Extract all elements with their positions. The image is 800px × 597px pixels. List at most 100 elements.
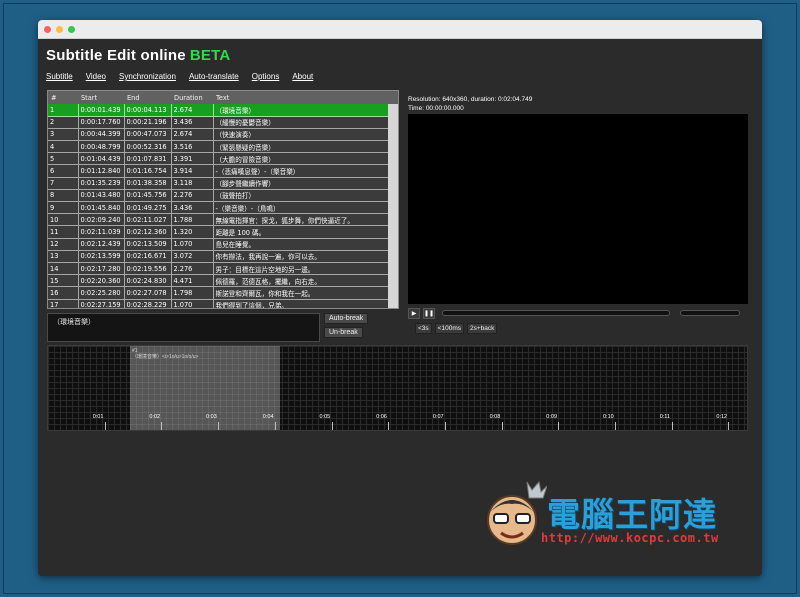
table-row[interactable]: 14 0:02:17.280 0:02:19.556 2.276 男子：目標在這片空地的…	[48, 262, 398, 276]
menu-options[interactable]: Options	[252, 72, 280, 81]
back-3s-button[interactable]: <3s	[415, 323, 432, 334]
subtitle-grid[interactable]: # Start End Duration Text 1 0:00:01.439 0:…	[47, 90, 399, 309]
cell-start: 0:01:43.480	[78, 189, 125, 203]
menu-auto-translate[interactable]: Auto-translate	[189, 72, 239, 81]
header-duration[interactable]: Duration	[171, 91, 213, 104]
waveform-tick-mark	[388, 422, 390, 430]
table-row[interactable]: 6 0:01:12.840 0:01:16.754 3.914 -（悲痛嘆息聲）-（樂音…	[48, 164, 398, 178]
cell-start: 0:00:17.760	[78, 116, 125, 129]
cell-end: 0:01:07.831	[124, 152, 172, 166]
watermark-logo: 電腦王阿達 http://www.kocpc.com.tw	[477, 478, 757, 558]
table-row[interactable]: 8 0:01:43.480 0:01:45.756 2.276 （鼓聲拍打）	[48, 189, 398, 203]
minimize-dot-icon[interactable]	[56, 25, 63, 33]
cell-duration: 1.788	[171, 213, 214, 227]
waveform-panel[interactable]: #1 （環境音樂）<i>1o/u>1o/o/u> 0:01 0:02 0:03 0:0…	[47, 345, 748, 431]
table-row[interactable]: 11 0:02:11.039 0:02:12.360 1.320 距離是 100 碼。	[48, 225, 398, 239]
cell-text: 你有辦法，我再說一遍，你可以去。	[213, 250, 398, 263]
cell-text: 無線電指揮官：探戈，狐步舞，你們快逼近了。	[213, 213, 398, 227]
watermark-text: 電腦王阿達	[547, 495, 717, 534]
waveform-tick-mark	[331, 422, 333, 430]
waveform-tick-mark	[218, 422, 220, 430]
cell-end: 0:02:28.229	[124, 299, 172, 308]
cell-number: 3	[48, 128, 79, 142]
cell-start: 0:00:01.439	[78, 104, 125, 117]
waveform-selection-text: （環境音樂）<i>1o/u>1o/o/u>	[132, 354, 199, 360]
cell-text: （大膽的冒險音樂）	[213, 152, 398, 166]
cell-start: 0:02:11.039	[78, 225, 125, 239]
cell-end: 0:02:27.078	[124, 286, 172, 300]
cell-number: 15	[48, 274, 79, 288]
cell-text: 男子：目標在這片空地的另一邊。	[213, 262, 398, 276]
cell-end: 0:01:16.754	[124, 164, 172, 178]
header-end[interactable]: End	[124, 91, 171, 104]
cell-end: 0:00:52.316	[124, 140, 172, 154]
menu-subtitle[interactable]: Subtitle	[46, 72, 73, 81]
menu-about[interactable]: About	[292, 72, 313, 81]
table-row[interactable]: 2 0:00:17.760 0:00:21.196 3.436 （緩慢的憂鬱音樂）	[48, 116, 398, 129]
cell-end: 0:02:12.360	[124, 225, 172, 239]
waveform-tick-label: 0:07	[432, 414, 444, 420]
cell-duration: 3.516	[171, 140, 214, 154]
cell-text: （鼓聲拍打）	[213, 189, 398, 203]
menu-video[interactable]: Video	[86, 72, 106, 81]
cell-duration: 2.674	[171, 104, 214, 117]
waveform-tick-mark	[444, 422, 446, 430]
cell-start: 0:02:09.240	[78, 213, 125, 227]
grid-scrollbar[interactable]	[388, 104, 398, 308]
pause-icon[interactable]: ❚❚	[423, 307, 435, 319]
table-row[interactable]: 10 0:02:09.240 0:02:11.027 1.788 無線電指揮官：探戈，狐…	[48, 213, 398, 227]
waveform-tick-label: 0:04	[262, 414, 274, 420]
player-controls: ▶ ❚❚	[408, 307, 748, 319]
waveform-tick-label: 0:03	[206, 414, 217, 420]
auto-break-button[interactable]: Auto-break	[324, 313, 369, 324]
cell-start: 0:00:48.799	[78, 140, 125, 154]
table-row[interactable]: 12 0:02:12.439 0:02:13.509 1.070 島兒在睡覺。	[48, 238, 398, 251]
table-row[interactable]: 1 0:00:01.439 0:00:04.113 2.674 （環境音樂）	[48, 104, 398, 117]
header-text[interactable]: Text	[213, 91, 398, 104]
waveform-tick-mark	[501, 422, 503, 430]
waveform-tick-label: 0:10	[603, 414, 614, 420]
volume-slider[interactable]	[680, 310, 740, 316]
cell-end: 0:00:47.073	[124, 128, 172, 142]
table-row[interactable]: 17 0:02:27.159 0:02:28.229 1.070 我們得到了這個，兄弟。	[48, 299, 398, 308]
seek-bar[interactable]	[442, 310, 670, 316]
table-row[interactable]: 5 0:01:04.439 0:01:07.831 3.391 （大膽的冒險音樂）	[48, 152, 398, 166]
header-start[interactable]: Start	[78, 91, 124, 104]
cell-duration: 3.072	[171, 250, 214, 263]
menu-synchronization[interactable]: Synchronization	[119, 72, 176, 81]
window-titlebar	[38, 20, 762, 39]
cell-start: 0:02:25.280	[78, 286, 125, 300]
cell-end: 0:01:38.358	[124, 177, 172, 190]
back-100ms-button[interactable]: <100ms	[434, 323, 464, 334]
close-dot-icon[interactable]	[44, 25, 51, 33]
table-row[interactable]: 9 0:01:45.840 0:01:49.275 3.436 -（樂音樂）-（鳥鳴）	[48, 201, 398, 215]
cell-duration: 2.276	[171, 262, 214, 276]
waveform-tick-mark	[161, 422, 163, 430]
waveform-tick-label: 0:01	[92, 414, 104, 420]
cell-end: 0:02:16.671	[124, 250, 172, 263]
table-row[interactable]: 16 0:02:25.280 0:02:27.078 1.798 斯諾登和齊爾瓦，你和我…	[48, 286, 398, 300]
play-icon[interactable]: ▶	[408, 307, 420, 319]
video-player[interactable]	[408, 114, 748, 304]
un-break-button[interactable]: Un-break	[324, 327, 363, 338]
table-row[interactable]: 7 0:01:35.239 0:01:38.358 3.118 （腳步聲繼續作響）	[48, 177, 398, 190]
waveform-tick-mark	[671, 422, 673, 430]
waveform-tick-label: 0:06	[376, 414, 387, 420]
table-row[interactable]: 13 0:02:13.599 0:02:16.671 3.072 你有辦法，我再說一遍，…	[48, 250, 398, 263]
subtitle-text-editor[interactable]: （環境音樂）	[47, 313, 320, 342]
cell-start: 0:02:13.599	[78, 250, 125, 263]
cell-start: 0:00:44.399	[78, 128, 125, 142]
cell-number: 17	[48, 299, 79, 308]
cell-text: 斯諾登和齊爾瓦，你和我在一起。	[213, 286, 398, 300]
cell-text: -（樂音樂）-（鳥鳴）	[213, 201, 398, 215]
header-number[interactable]: #	[48, 91, 78, 104]
table-row[interactable]: 15 0:02:20.360 0:02:24.830 4.471 佩德羅，范德瓦格，擺繼…	[48, 274, 398, 288]
waveform-tick-mark	[728, 422, 730, 430]
cell-number: 5	[48, 152, 79, 166]
table-row[interactable]: 3 0:00:44.399 0:00:47.073 2.674 （快速演奏）	[48, 128, 398, 142]
waveform-tick-mark	[274, 422, 276, 430]
cell-text: 我們得到了這個，兄弟。	[213, 299, 398, 308]
maximize-dot-icon[interactable]	[68, 25, 75, 33]
table-row[interactable]: 4 0:00:48.799 0:00:52.316 3.516 （緊張懸疑的音樂）	[48, 140, 398, 154]
play-2s-back-button[interactable]: 2s+back	[466, 323, 498, 334]
